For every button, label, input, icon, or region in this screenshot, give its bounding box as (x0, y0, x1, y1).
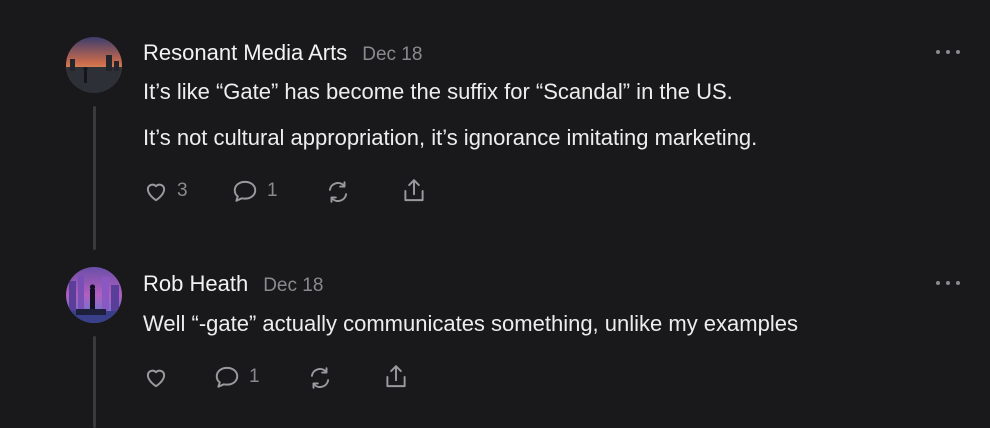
more-icon[interactable] (936, 278, 960, 288)
share-button[interactable] (383, 363, 409, 391)
restack-button[interactable] (307, 365, 333, 391)
comment-date[interactable]: Dec 18 (263, 275, 323, 297)
avatar[interactable] (66, 267, 122, 323)
heart-icon (143, 364, 169, 390)
comment-header: Rob Heath Dec 18 (143, 271, 323, 297)
like-button[interactable] (143, 364, 177, 390)
comment: Rob Heath Dec 18 Well “-gate” actually c… (0, 0, 990, 428)
share-icon (383, 363, 409, 391)
reply-button[interactable]: 1 (213, 364, 260, 390)
author-name[interactable]: Rob Heath (143, 271, 248, 297)
comment-icon (213, 364, 241, 390)
comment-text: Well “-gate” actually communicates somet… (143, 311, 798, 336)
reply-count: 1 (249, 366, 260, 387)
restack-icon (307, 365, 333, 391)
